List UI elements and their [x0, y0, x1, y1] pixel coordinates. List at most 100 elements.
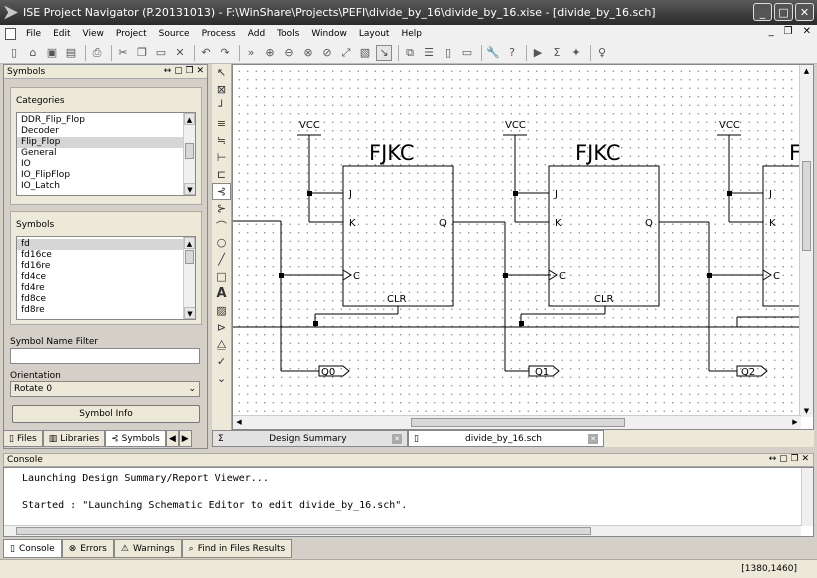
check-icon[interactable]: ✓: [212, 353, 231, 370]
rename-bus-icon[interactable]: ≒: [212, 132, 231, 149]
add-pin-icon[interactable]: ⊳: [212, 319, 231, 336]
panel-controls[interactable]: ↔ ▢ ❐ ✕: [164, 66, 204, 76]
zoom-out-icon[interactable]: ⊖: [281, 45, 297, 61]
menu-help[interactable]: Help: [395, 29, 428, 39]
menu-tools[interactable]: Tools: [271, 29, 305, 39]
tile-horizontal-icon[interactable]: ☰: [421, 45, 437, 61]
list-item[interactable]: fd8ce: [17, 294, 195, 305]
categories-list[interactable]: DDR_Flip_Flop Decoder Flip_Flop General …: [16, 112, 196, 196]
open-folder-icon[interactable]: ⌂: [25, 45, 41, 61]
line-icon[interactable]: ╱: [212, 251, 231, 268]
copy-icon[interactable]: ❐: [134, 45, 150, 61]
select-area-icon[interactable]: ⊠: [212, 81, 231, 98]
list-item[interactable]: fd4ce: [17, 272, 195, 283]
list-item[interactable]: fd4re: [17, 283, 195, 294]
add-wire-icon[interactable]: ┘: [212, 98, 231, 115]
add-image-icon[interactable]: ▨: [212, 302, 231, 319]
add-instance-icon[interactable]: ⊱: [212, 200, 231, 217]
tab-schematic[interactable]: ▯ divide_by_16.sch ✕: [408, 430, 604, 447]
tab-find-in-files[interactable]: ⌕ Find in Files Results: [181, 539, 293, 558]
maximize-button[interactable]: □: [774, 3, 793, 21]
scroll-down-icon[interactable]: ▼: [184, 307, 195, 319]
undo-icon[interactable]: ↶: [198, 45, 214, 61]
console-output[interactable]: Launching Design Summary/Report Viewer..…: [3, 467, 814, 537]
list-item[interactable]: fd16ce: [17, 250, 195, 261]
schematic-canvas[interactable]: VCC VCC VCC FJKC FJKC F J K C Q CLR J K …: [233, 65, 801, 417]
menu-edit[interactable]: Edit: [47, 29, 76, 39]
windows-icon[interactable]: ▭: [459, 45, 475, 61]
scroll-up-icon[interactable]: ▲: [184, 113, 195, 125]
tab-files[interactable]: ▯ Files: [3, 430, 43, 447]
list-item[interactable]: IO_FlipFlop: [17, 170, 195, 181]
console-controls[interactable]: ↔ ▢ ❐ ✕: [769, 454, 809, 464]
wrench-icon[interactable]: 🔧: [485, 45, 501, 61]
zoom-full-icon[interactable]: ⊗: [300, 45, 316, 61]
sigma-icon[interactable]: Σ: [549, 45, 565, 61]
help-pointer-icon[interactable]: ?: [504, 45, 520, 61]
scroll-thumb[interactable]: [802, 161, 811, 251]
pointer-mode-icon[interactable]: ↘: [376, 44, 392, 61]
scroll-thumb[interactable]: [411, 418, 625, 427]
palette-more-icon[interactable]: ⌄: [212, 370, 231, 387]
minimize-button[interactable]: _: [753, 3, 772, 21]
close-tab-icon[interactable]: ✕: [588, 433, 598, 444]
run-icon[interactable]: ▶: [530, 45, 546, 61]
list-item[interactable]: DDR_Flip_Flop: [17, 115, 195, 126]
arc-icon[interactable]: ⌒: [212, 217, 231, 234]
tab-scroll-right[interactable]: ▶: [178, 430, 192, 447]
list-item[interactable]: IO: [17, 159, 195, 170]
tab-scroll-left[interactable]: ◀: [165, 430, 179, 447]
zoom-selection-icon[interactable]: ⊘: [319, 45, 335, 61]
canvas-horizontal-scrollbar[interactable]: ◀ ▶: [233, 415, 801, 429]
scroll-down-icon[interactable]: ▼: [184, 183, 195, 195]
symbols-scrollbar[interactable]: ▲ ▼: [183, 237, 195, 319]
scroll-thumb[interactable]: [16, 527, 591, 535]
chevron-down-icon[interactable]: ⌄: [188, 382, 196, 396]
overflow-chevron-icon[interactable]: »: [243, 45, 259, 61]
add-io-marker-icon[interactable]: ⊏: [212, 166, 231, 183]
close-tab-icon[interactable]: ✕: [392, 433, 402, 444]
tab-design-summary[interactable]: Σ Design Summary ✕: [212, 430, 408, 447]
menu-process[interactable]: Process: [196, 29, 242, 39]
tile-vertical-icon[interactable]: ▯: [440, 45, 456, 61]
add-net-name-icon[interactable]: ≡: [212, 115, 231, 132]
tab-symbols[interactable]: ⊰ Symbols: [105, 430, 166, 447]
paste-icon[interactable]: ▭: [153, 45, 169, 61]
doc-minimize-icon[interactable]: _: [769, 26, 774, 37]
menu-add[interactable]: Add: [242, 29, 271, 39]
doc-restore-icon[interactable]: ❐: [784, 26, 793, 37]
menu-file[interactable]: File: [20, 29, 47, 39]
probe-icon[interactable]: ✦: [568, 45, 584, 61]
lightbulb-icon[interactable]: ♀: [594, 45, 610, 61]
select-arrow-icon[interactable]: ↖: [212, 64, 231, 81]
new-file-icon[interactable]: ▯: [6, 45, 22, 61]
zoom-in-icon[interactable]: ⊕: [262, 45, 278, 61]
scroll-up-icon[interactable]: ▲: [184, 237, 195, 249]
tab-console[interactable]: ▯ Console: [3, 539, 62, 558]
delete-icon[interactable]: ✕: [172, 45, 188, 61]
canvas-vertical-scrollbar[interactable]: ▲ ▼: [799, 65, 813, 417]
list-item-selected[interactable]: Flip_Flop: [17, 137, 195, 148]
orientation-select[interactable]: Rotate 0 ⌄: [10, 381, 200, 397]
symbol-name-filter-input[interactable]: [10, 348, 200, 364]
add-bus-tap-icon[interactable]: ⊢: [212, 149, 231, 166]
tab-warnings[interactable]: ⚠ Warnings: [113, 539, 182, 558]
console-vertical-scrollbar[interactable]: [801, 468, 813, 526]
mirror-icon[interactable]: ⧋: [212, 336, 231, 353]
symbol-info-button[interactable]: Symbol Info: [12, 405, 200, 423]
console-horizontal-scrollbar[interactable]: [4, 525, 801, 536]
print-icon[interactable]: ⎙: [89, 45, 105, 61]
save-all-icon[interactable]: ▤: [63, 45, 79, 61]
symbols-list[interactable]: fd fd16ce fd16re fd4ce fd4re fd8ce fd8re…: [16, 236, 196, 320]
list-item-selected[interactable]: fd: [17, 239, 195, 250]
scroll-left-icon[interactable]: ◀: [233, 416, 245, 429]
doc-close-icon[interactable]: ✕: [803, 26, 811, 37]
menu-source[interactable]: Source: [153, 29, 196, 39]
categories-scrollbar[interactable]: ▲ ▼: [183, 113, 195, 195]
list-item[interactable]: Decoder: [17, 126, 195, 137]
list-item[interactable]: fd16re: [17, 261, 195, 272]
zoom-area-icon[interactable]: ⤢: [338, 45, 354, 61]
list-item[interactable]: General: [17, 148, 195, 159]
tab-libraries[interactable]: ▥ Libraries: [42, 430, 106, 447]
list-item[interactable]: fd8re: [17, 305, 195, 316]
